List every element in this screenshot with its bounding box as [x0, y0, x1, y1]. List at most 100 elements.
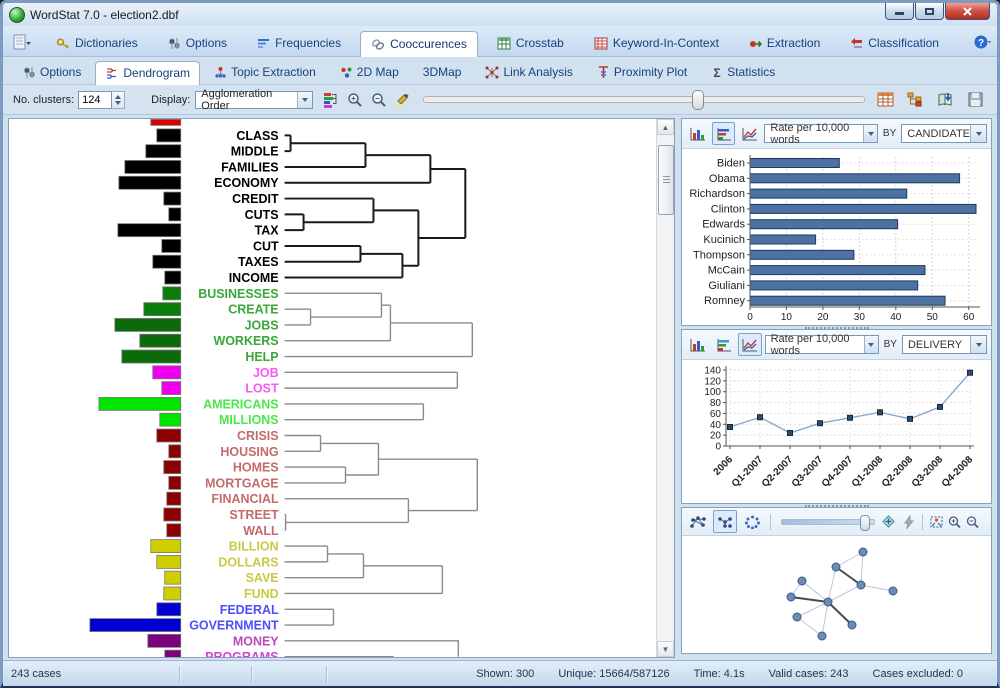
- dendrogram-word[interactable]: FEDERAL: [220, 603, 279, 617]
- bar[interactable]: [750, 220, 898, 229]
- dendrogram-word[interactable]: FINANCIAL: [211, 492, 279, 506]
- data-point[interactable]: [908, 416, 913, 421]
- delivery-group-combobox[interactable]: DELIVERY: [902, 335, 987, 354]
- table-view-button[interactable]: [873, 88, 897, 111]
- network-node[interactable]: [857, 581, 865, 589]
- network-circle-layout-button[interactable]: [740, 510, 764, 533]
- data-point[interactable]: [728, 425, 733, 430]
- zoom-in-button[interactable]: [343, 88, 367, 111]
- dendrogram-word[interactable]: PROGRAMS: [205, 650, 278, 657]
- network-node[interactable]: [848, 621, 856, 629]
- dendrogram-word[interactable]: WORKERS: [213, 334, 278, 348]
- bar[interactable]: [750, 235, 816, 244]
- data-point[interactable]: [818, 421, 823, 426]
- hierarchy-button[interactable]: [903, 88, 927, 111]
- export-button[interactable]: [933, 88, 957, 111]
- candidate-group-combobox[interactable]: CANDIDATE: [901, 124, 987, 143]
- bar[interactable]: [750, 296, 945, 305]
- bar[interactable]: [750, 281, 918, 290]
- subtab-proximity-plot[interactable]: Proximity Plot: [587, 60, 697, 84]
- tab-frequencies[interactable]: Frequencies: [246, 30, 352, 56]
- zoom-in-icon[interactable]: [947, 515, 962, 529]
- network-layout1-button[interactable]: [686, 510, 710, 533]
- subtab-2d-map[interactable]: 2D Map: [330, 60, 409, 84]
- dendrogram-word[interactable]: FAMILIES: [221, 160, 278, 174]
- column-chart-button[interactable]: [686, 333, 709, 356]
- subtab-dendrogram[interactable]: Dendrogram: [95, 61, 200, 85]
- network-node[interactable]: [832, 563, 840, 571]
- bar[interactable]: [750, 174, 960, 183]
- bar[interactable]: [750, 204, 976, 213]
- color-dendrogram-button[interactable]: [319, 88, 343, 111]
- dendrogram-word[interactable]: WALL: [243, 524, 279, 538]
- network-node[interactable]: [824, 598, 832, 606]
- clusters-stepper[interactable]: [112, 91, 125, 109]
- slider-thumb[interactable]: [860, 515, 870, 531]
- subtab-link-analysis[interactable]: Link Analysis: [475, 60, 582, 84]
- vertical-scrollbar[interactable]: ▲ ▼: [656, 119, 674, 657]
- dendrogram-word[interactable]: BUSINESSES: [198, 287, 278, 301]
- network-node[interactable]: [889, 587, 897, 595]
- subtab-topic-extraction[interactable]: Topic Extraction: [204, 60, 326, 84]
- dendrogram-word[interactable]: CREATE: [228, 303, 278, 317]
- tab-classification[interactable]: Classification: [839, 30, 950, 56]
- filter-lightning-icon[interactable]: [902, 515, 916, 529]
- dendrogram-word[interactable]: HELP: [245, 350, 278, 364]
- zoom-out-icon[interactable]: [965, 515, 980, 529]
- tab-options[interactable]: Options: [157, 30, 238, 56]
- network-node[interactable]: [818, 632, 826, 640]
- scroll-thumb[interactable]: [658, 145, 674, 215]
- bar[interactable]: [750, 189, 907, 198]
- network-graph[interactable]: [682, 536, 991, 653]
- bar[interactable]: [750, 159, 839, 168]
- dendrogram-word[interactable]: INCOME: [229, 271, 279, 285]
- dendrogram-word[interactable]: LOST: [245, 382, 279, 396]
- dendrogram-word[interactable]: ECONOMY: [214, 176, 279, 190]
- dendrogram-word[interactable]: DOLLARS: [218, 555, 278, 569]
- hbar-chart-button[interactable]: [712, 122, 735, 145]
- dendrogram-word[interactable]: GOVERNMENT: [189, 619, 279, 633]
- delivery-measure-combobox[interactable]: Rate per 10,000 words: [765, 335, 879, 354]
- dendrogram-word[interactable]: STREET: [229, 508, 279, 522]
- dendrogram-word[interactable]: MIDDLE: [231, 145, 279, 159]
- dendrogram-word[interactable]: JOB: [253, 366, 279, 380]
- network-zoom-slider[interactable]: [781, 519, 875, 525]
- dendrogram-word[interactable]: SAVE: [246, 571, 279, 585]
- subtab-options[interactable]: Options: [13, 60, 91, 84]
- dendrogram-word[interactable]: CREDIT: [232, 192, 279, 206]
- tab-crosstab[interactable]: Crosstab: [486, 30, 575, 56]
- network-node[interactable]: [787, 593, 795, 601]
- data-point[interactable]: [878, 410, 883, 415]
- dendrogram-word[interactable]: MONEY: [233, 634, 279, 648]
- dendrogram-word[interactable]: JOBS: [245, 318, 279, 332]
- help-icon[interactable]: ?: [974, 35, 991, 50]
- network-node[interactable]: [793, 613, 801, 621]
- dendrogram-word[interactable]: HOMES: [233, 461, 279, 475]
- file-menu-button[interactable]: [13, 34, 31, 52]
- fit-view-icon[interactable]: [929, 515, 944, 529]
- dendrogram-word[interactable]: FUND: [244, 587, 279, 601]
- scroll-down-icon[interactable]: ▼: [657, 641, 674, 657]
- subtab-statistics[interactable]: ΣStatistics: [701, 60, 785, 84]
- close-button[interactable]: [945, 3, 990, 20]
- dendrogram-word[interactable]: HOUSING: [220, 445, 278, 459]
- expand-plus-icon[interactable]: [882, 515, 895, 528]
- save-button[interactable]: [963, 88, 987, 111]
- line-chart-button[interactable]: [738, 333, 761, 356]
- network-layout2-button[interactable]: [713, 510, 737, 533]
- data-point[interactable]: [788, 430, 793, 435]
- dendrogram-scale-slider[interactable]: [423, 96, 865, 103]
- dendrogram-word[interactable]: CLASS: [236, 129, 278, 143]
- maximize-button[interactable]: [915, 3, 944, 20]
- data-point[interactable]: [938, 404, 943, 409]
- candidate-measure-combobox[interactable]: Rate per 10,000 words: [764, 124, 878, 143]
- bar[interactable]: [750, 266, 925, 275]
- dendrogram-word[interactable]: CUTS: [245, 208, 279, 222]
- slider-thumb[interactable]: [692, 90, 704, 110]
- display-combobox[interactable]: Agglomeration Order: [195, 91, 313, 109]
- subtab-3dmap[interactable]: 3DMap: [413, 60, 472, 84]
- dendrogram-word[interactable]: TAXES: [238, 255, 279, 269]
- tab-extraction[interactable]: Extraction: [738, 30, 831, 56]
- dendrogram-word[interactable]: MILLIONS: [219, 413, 279, 427]
- highlight-tool-button[interactable]: [391, 88, 415, 111]
